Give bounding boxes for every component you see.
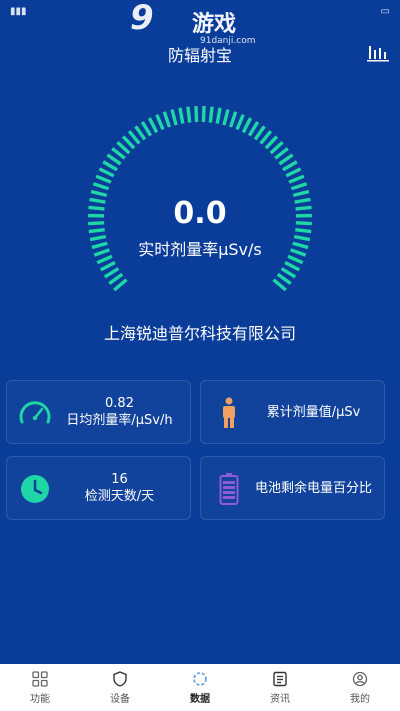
nav-item-data[interactable]: 数据 — [160, 664, 240, 711]
gauge-tick — [292, 189, 310, 197]
gauge-tick — [247, 121, 260, 137]
gauge-tick — [285, 167, 302, 178]
nav-item-device[interactable]: 设备 — [80, 664, 160, 711]
nav-item-label: 资讯 — [270, 693, 290, 705]
page-title: 防辐射宝 — [167, 46, 232, 65]
gauge-tick — [92, 182, 110, 191]
card-label: 累计剂量值/μSv — [266, 404, 361, 420]
gauge-tick — [134, 125, 147, 141]
gauge-tick — [170, 109, 178, 126]
battery-icon — [211, 473, 247, 505]
nav-item-label: 设备 — [110, 693, 130, 705]
gauge-tick — [278, 153, 294, 166]
gauge-tick — [208, 106, 214, 123]
card-label: 检测天数/天 — [84, 489, 155, 504]
gauge-tick — [103, 267, 120, 279]
nav-item-function[interactable]: 功能 — [0, 664, 80, 711]
gauge-tick — [194, 106, 199, 123]
gauge-tick — [98, 167, 115, 178]
gauge-tick — [269, 141, 284, 155]
nav-item-label: 数据 — [190, 693, 210, 705]
gauge-tick — [274, 147, 289, 160]
gauge-tick — [280, 267, 297, 279]
gauge-tick — [259, 130, 273, 145]
gauge-tick — [276, 272, 292, 286]
dose-rate-value: 0.0 — [173, 196, 227, 231]
nav-item-profile[interactable]: 我的 — [320, 664, 400, 711]
gauge-tick — [106, 153, 122, 166]
gauge-tick — [99, 260, 116, 272]
card-detection-days[interactable]: 16 检测天数/天 — [6, 456, 191, 520]
signal-icon: ▮▮▮ — [10, 6, 27, 17]
person-icon — [211, 397, 247, 429]
gauge-tick — [264, 135, 279, 150]
gauge-tick — [288, 174, 305, 184]
gauge-tick — [284, 260, 301, 272]
gauge-tick — [102, 160, 118, 172]
nav-item-label: 功能 — [30, 693, 50, 705]
gauge-tick — [155, 114, 165, 131]
card-cumulative-dose[interactable]: 累计剂量值/μSv — [200, 380, 385, 444]
bottom-nav: 功能 设备 数据 资讯 我的 — [0, 664, 400, 711]
gauge-tick — [113, 278, 128, 292]
dose-rate-label: 实时剂量率μSv/s — [138, 240, 262, 259]
bar-chart-icon[interactable] — [366, 40, 390, 62]
gauge-tick — [222, 109, 230, 126]
watermark-logo: 9 — [130, 0, 154, 38]
shield-icon — [113, 670, 127, 687]
gauge-tick — [272, 278, 287, 292]
speedometer-icon — [17, 397, 53, 429]
gauge-tick — [290, 182, 308, 191]
gauge-tick — [241, 117, 253, 134]
watermark-brand: 游戏 — [192, 12, 237, 37]
card-value: 0.82 — [105, 396, 134, 411]
gauge-tick — [111, 147, 126, 160]
gauge-tick — [178, 107, 185, 124]
gauge-tick — [108, 272, 124, 286]
gauge-tick — [282, 160, 298, 172]
gauge-tick — [253, 125, 266, 141]
nav-item-news[interactable]: 资讯 — [240, 664, 320, 711]
gauge-tick — [140, 121, 153, 137]
card-label: 日均剂量率/μSv/h — [66, 413, 173, 428]
grid-icon — [32, 670, 48, 687]
gauge-tick — [228, 111, 238, 128]
profile-icon — [352, 671, 368, 686]
card-battery-remaining[interactable]: 电池剩余电量百分比 — [200, 456, 385, 520]
data-icon — [193, 671, 207, 686]
gauge-tick — [116, 141, 131, 155]
card-value: 16 — [111, 472, 128, 487]
nav-item-label: 我的 — [350, 693, 370, 705]
gauge-tick — [95, 174, 112, 184]
gauge-tick — [90, 189, 108, 197]
battery-status-icon: ▭ — [380, 6, 390, 17]
gauge-tick — [201, 106, 206, 123]
gauge-tick — [121, 135, 136, 150]
gauge-tick — [215, 107, 222, 124]
gauge-tick — [235, 114, 245, 131]
news-icon — [273, 671, 287, 686]
gauge-tick — [162, 111, 172, 128]
gauge-tick — [127, 130, 141, 145]
clock-icon — [17, 473, 53, 505]
gauge-tick — [147, 117, 159, 134]
card-label: 电池剩余电量百分比 — [254, 480, 372, 496]
gauge-tick — [186, 106, 192, 123]
card-daily-average-dose-rate[interactable]: 0.82 日均剂量率/μSv/h — [6, 380, 191, 444]
company-name: 上海锐迪普尔科技有限公司 — [103, 324, 296, 343]
